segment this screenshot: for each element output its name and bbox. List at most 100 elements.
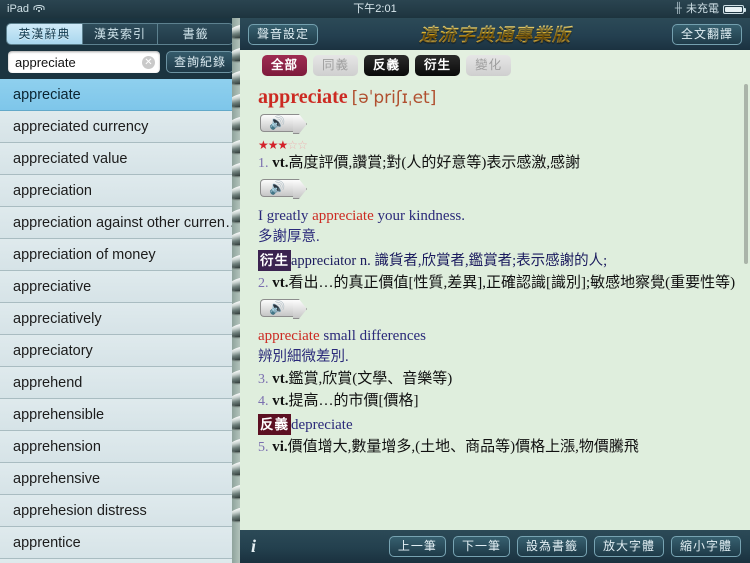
phonetic-transcription: [əˈpriʃɪˌet] [351, 88, 437, 108]
sense-text: 價值增大,數量增多,(土地、商品等)價格上漲,物價騰飛 [287, 439, 639, 455]
add-bookmark-button[interactable]: 設為書籤 [516, 536, 587, 557]
left-pane: 英漢辭典 漢英索引 書籤 appreciate ✕ 查詢紀錄 appreciat… [0, 18, 240, 563]
list-item[interactable]: apprenticeship [0, 559, 240, 563]
derivative-row: 衍生 appreciator n. 識貨者,欣賞者,鑑賞者;表示感謝的人; [258, 250, 742, 272]
clear-icon[interactable]: ✕ [141, 55, 155, 69]
speaker-glyph: 🔊 [269, 116, 286, 131]
top-toolbar: 聲音設定 遠流字典通專業版 全文翻譯 [240, 18, 750, 50]
decrease-font-button[interactable]: 縮小字體 [670, 536, 741, 557]
search-input-value: appreciate [15, 54, 76, 70]
tab-derivative[interactable]: 衍生 [415, 54, 461, 76]
derivative-text: appreciator n. 識貨者,欣賞者,鑑賞者;表示感謝的人; [291, 253, 608, 269]
sense-number: 5. [258, 440, 269, 455]
search-row: appreciate ✕ 查詢紀錄 [0, 45, 240, 80]
headword-row: appreciate [əˈpriʃɪˌet] [258, 86, 742, 109]
tab-inflection[interactable]: 變化 [466, 54, 512, 76]
example-translation: 辨別細微差別. [258, 349, 349, 365]
headword: appreciate [258, 86, 348, 108]
sense-line: 5. vi.價值增大,數量增多,(土地、商品等)價格上漲,物價騰飛 [258, 437, 742, 458]
list-item[interactable]: appreciate [0, 79, 240, 111]
status-bar: iPad 下午2:01 ╫ 未充電 [0, 0, 750, 18]
star-filled: ★ [267, 138, 279, 152]
sense-text: 鑑賞,欣賞(文學、音樂等) [288, 371, 453, 387]
star-filled: ★ [277, 138, 289, 152]
info-icon[interactable]: i [251, 536, 256, 557]
frequency-rating: ★★★☆☆ [258, 139, 742, 152]
star-empty: ☆ [287, 138, 298, 152]
list-item[interactable]: appreciatory [0, 335, 240, 367]
status-right: ╫ 未充電 [674, 0, 746, 18]
sense-number: 2. [258, 276, 269, 291]
increase-font-button[interactable]: 放大字體 [593, 536, 664, 557]
list-item[interactable]: apprehend [0, 367, 240, 399]
star-filled: ★ [258, 138, 269, 152]
part-of-speech: vt. [272, 155, 289, 171]
speaker-glyph: 🔊 [269, 301, 286, 316]
example-highlight: appreciate [258, 328, 320, 344]
dictionary-mode-segmented-control[interactable]: 英漢辭典 漢英索引 書籤 [0, 18, 240, 45]
sense-number: 3. [258, 372, 269, 387]
word-list[interactable]: appreciate appreciated currency apprecia… [0, 79, 240, 563]
sense-text: 看出…的真正價值[性質,差異],正確認識[識別];敏感地察覺(重要性等) [288, 275, 736, 291]
antonym-row: 反義 depreciate [258, 414, 742, 436]
bottom-toolbar: i 上一筆 下一筆 設為書籤 放大字體 縮小字體 [240, 530, 750, 563]
segment-english-chinese[interactable]: 英漢辭典 [6, 23, 82, 45]
speaker-icon[interactable]: 🔊 [260, 299, 298, 317]
star-empty: ☆ [297, 138, 308, 152]
derivative-tag: 衍生 [258, 250, 291, 271]
list-item[interactable]: appreciative [0, 271, 240, 303]
tab-all[interactable]: 全部 [262, 54, 308, 76]
filter-tabs: 全部 同義 反義 衍生 變化 [240, 50, 750, 80]
segment-chinese-english[interactable]: 漢英索引 [81, 23, 158, 45]
sense-line: 2. vt.看出…的真正價值[性質,差異],正確認識[識別];敏感地察覺(重要性… [258, 273, 742, 294]
right-pane: 聲音設定 遠流字典通專業版 全文翻譯 全部 同義 反義 衍生 變化 apprec… [240, 18, 750, 563]
search-input[interactable]: appreciate ✕ [8, 51, 160, 73]
antonym-text: depreciate [291, 417, 353, 433]
sense-line: 1. vt.高度評價,讚賞;對(人的好意等)表示感激,感謝 [258, 153, 742, 174]
part-of-speech: vt. [272, 275, 289, 291]
battery-icon [723, 4, 746, 14]
list-item[interactable]: appreciation against other curren… [0, 207, 240, 239]
sense-line: 4. vt.提高…的市價[價格] [258, 391, 742, 412]
sense-text: 高度評價,讚賞;對(人的好意等)表示感激,感謝 [288, 155, 581, 171]
bluetooth-icon: ╫ [674, 3, 682, 14]
list-item[interactable]: appreciated value [0, 143, 240, 175]
antonym-tag: 反義 [258, 414, 291, 435]
list-item[interactable]: apprehension [0, 431, 240, 463]
sense-text: 提高…的市價[價格] [288, 393, 419, 409]
example-sentence: appreciate small differences [258, 326, 742, 347]
battery-label: 未充電 [686, 3, 719, 15]
example-suffix: your kindness. [373, 208, 466, 224]
list-item[interactable]: apprentice [0, 527, 240, 559]
example-prefix: I greatly [258, 208, 313, 224]
list-item[interactable]: appreciation [0, 175, 240, 207]
speaker-icon[interactable]: 🔊 [260, 179, 298, 197]
scrollbar[interactable] [744, 84, 748, 264]
example-translation: 多謝厚意. [258, 229, 320, 245]
tab-antonym[interactable]: 反義 [364, 54, 410, 76]
sense-number: 1. [258, 156, 269, 171]
part-of-speech: vt. [272, 393, 289, 409]
segment-bookmarks[interactable]: 書籤 [157, 23, 235, 45]
list-item[interactable]: appreciated currency [0, 111, 240, 143]
example-highlight: appreciate [312, 208, 374, 224]
sense-number: 4. [258, 394, 269, 409]
part-of-speech: vi. [272, 439, 288, 455]
list-item[interactable]: appreciation of money [0, 239, 240, 271]
list-item[interactable]: apprehensive [0, 463, 240, 495]
example-suffix: small differences [319, 328, 426, 344]
list-item[interactable]: appreciatively [0, 303, 240, 335]
previous-entry-button[interactable]: 上一筆 [388, 536, 446, 557]
sense-line: 3. vt.鑑賞,欣賞(文學、音樂等) [258, 369, 742, 390]
status-clock: 下午2:01 [353, 3, 397, 15]
tab-synonym[interactable]: 同義 [313, 54, 359, 76]
app-root: iPad 下午2:01 ╫ 未充電 英漢辭典 漢英索引 書籤 appreciat… [0, 0, 750, 563]
next-entry-button[interactable]: 下一筆 [452, 536, 510, 557]
example-sentence: I greatly appreciate your kindness. [258, 206, 742, 227]
speaker-icon[interactable]: 🔊 [260, 114, 298, 132]
search-history-button[interactable]: 查詢紀錄 [165, 51, 234, 73]
definition-content[interactable]: appreciate [əˈpriʃɪˌet] 🔊 ★★★☆☆ 1. vt.高度… [240, 80, 750, 530]
list-item[interactable]: apprehesion distress [0, 495, 240, 527]
full-text-translate-button[interactable]: 全文翻譯 [671, 23, 742, 45]
list-item[interactable]: apprehensible [0, 399, 240, 431]
